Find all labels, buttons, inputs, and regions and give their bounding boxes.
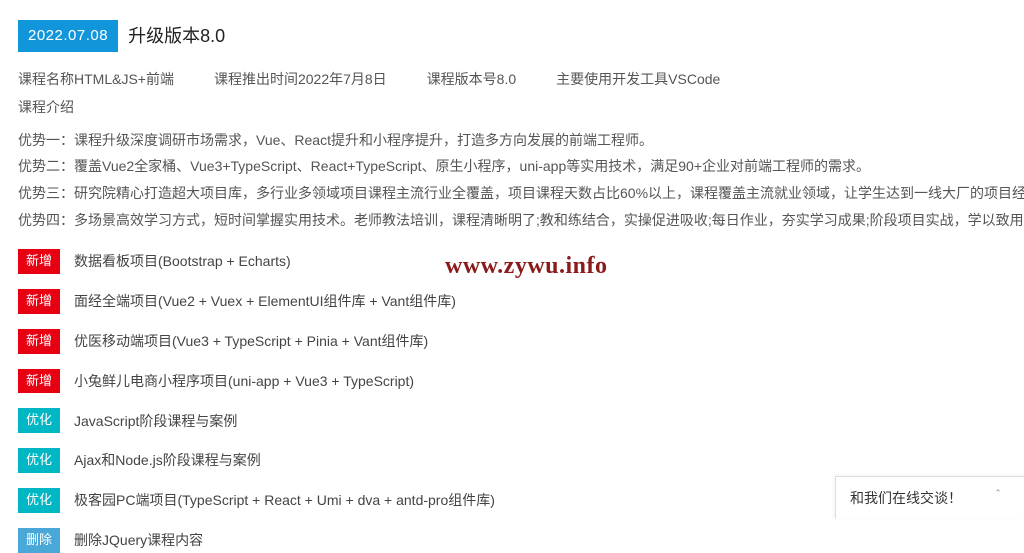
upgrade-title: 升级版本8.0 <box>128 22 225 51</box>
advantage-item: 优势四：多场景高效学习方式，短时间掌握实用技术。老师教法培训，课程清晰明了;教和… <box>18 207 1006 234</box>
tag-new: 新增 <box>18 289 60 314</box>
meta-row: 课程名称HTML&JS+前端 课程推出时间2022年7月8日 课程版本号8.0 … <box>18 68 1006 90</box>
chevron-up-icon: ＾ <box>992 488 1004 507</box>
tag-optimize: 优化 <box>18 448 60 473</box>
change-text: 面经全端项目(Vue2 + Vuex + ElementUI组件库 + Vant… <box>74 290 456 312</box>
change-text: 删除JQuery课程内容 <box>74 529 203 551</box>
meta-tool: 主要使用开发工具VSCode <box>556 68 720 90</box>
change-text: 数据看板项目(Bootstrap + Echarts) <box>74 250 291 272</box>
tag-new: 新增 <box>18 249 60 274</box>
change-text: 优医移动端项目(Vue3 + TypeScript + Pinia + Vant… <box>74 330 428 352</box>
change-text: Ajax和Node.js阶段课程与案例 <box>74 449 261 471</box>
tag-optimize: 优化 <box>18 488 60 513</box>
advantage-item: 优势一：课程升级深度调研市场需求，Vue、React提升和小程序提升，打造多方向… <box>18 127 1006 154</box>
change-row: 优化 JavaScript阶段课程与案例 <box>18 408 1006 433</box>
tag-new: 新增 <box>18 369 60 394</box>
change-row: 优化 Ajax和Node.js阶段课程与案例 <box>18 448 1006 473</box>
advantage-item: 优势二：覆盖Vue2全家桶、Vue3+TypeScript、React+Type… <box>18 153 1006 180</box>
tag-optimize: 优化 <box>18 408 60 433</box>
chat-widget[interactable]: 和我们在线交谈！ ＾ <box>835 476 1024 519</box>
date-badge: 2022.07.08 <box>18 20 118 52</box>
intro-label: 课程介绍 <box>18 96 1006 118</box>
watermark-text: www.zywu.info <box>445 247 608 285</box>
change-text: JavaScript阶段课程与案例 <box>74 410 237 432</box>
change-text: 小兔鲜儿电商小程序项目(uni-app + Vue3 + TypeScript) <box>74 370 414 392</box>
meta-release-time: 课程推出时间2022年7月8日 <box>214 68 387 90</box>
change-row: 新增 面经全端项目(Vue2 + Vuex + ElementUI组件库 + V… <box>18 289 1006 314</box>
tag-new: 新增 <box>18 329 60 354</box>
change-row: 新增 优医移动端项目(Vue3 + TypeScript + Pinia + V… <box>18 329 1006 354</box>
advantage-item: 优势三：研究院精心打造超大项目库，多行业多领域项目课程主流行业全覆盖，项目课程天… <box>18 180 1006 207</box>
meta-course-name: 课程名称HTML&JS+前端 <box>18 68 174 90</box>
change-row: 删除 删除JQuery课程内容 <box>18 528 1006 553</box>
header-row: 2022.07.08 升级版本8.0 <box>18 20 1006 52</box>
meta-version: 课程版本号8.0 <box>427 68 516 90</box>
advantage-list: 优势一：课程升级深度调研市场需求，Vue、React提升和小程序提升，打造多方向… <box>18 127 1006 233</box>
chat-label: 和我们在线交谈！ <box>850 487 962 509</box>
change-text: 极客园PC端项目(TypeScript + React + Umi + dva … <box>74 489 495 511</box>
tag-delete: 删除 <box>18 528 60 553</box>
change-row: 新增 小兔鲜儿电商小程序项目(uni-app + Vue3 + TypeScri… <box>18 369 1006 394</box>
